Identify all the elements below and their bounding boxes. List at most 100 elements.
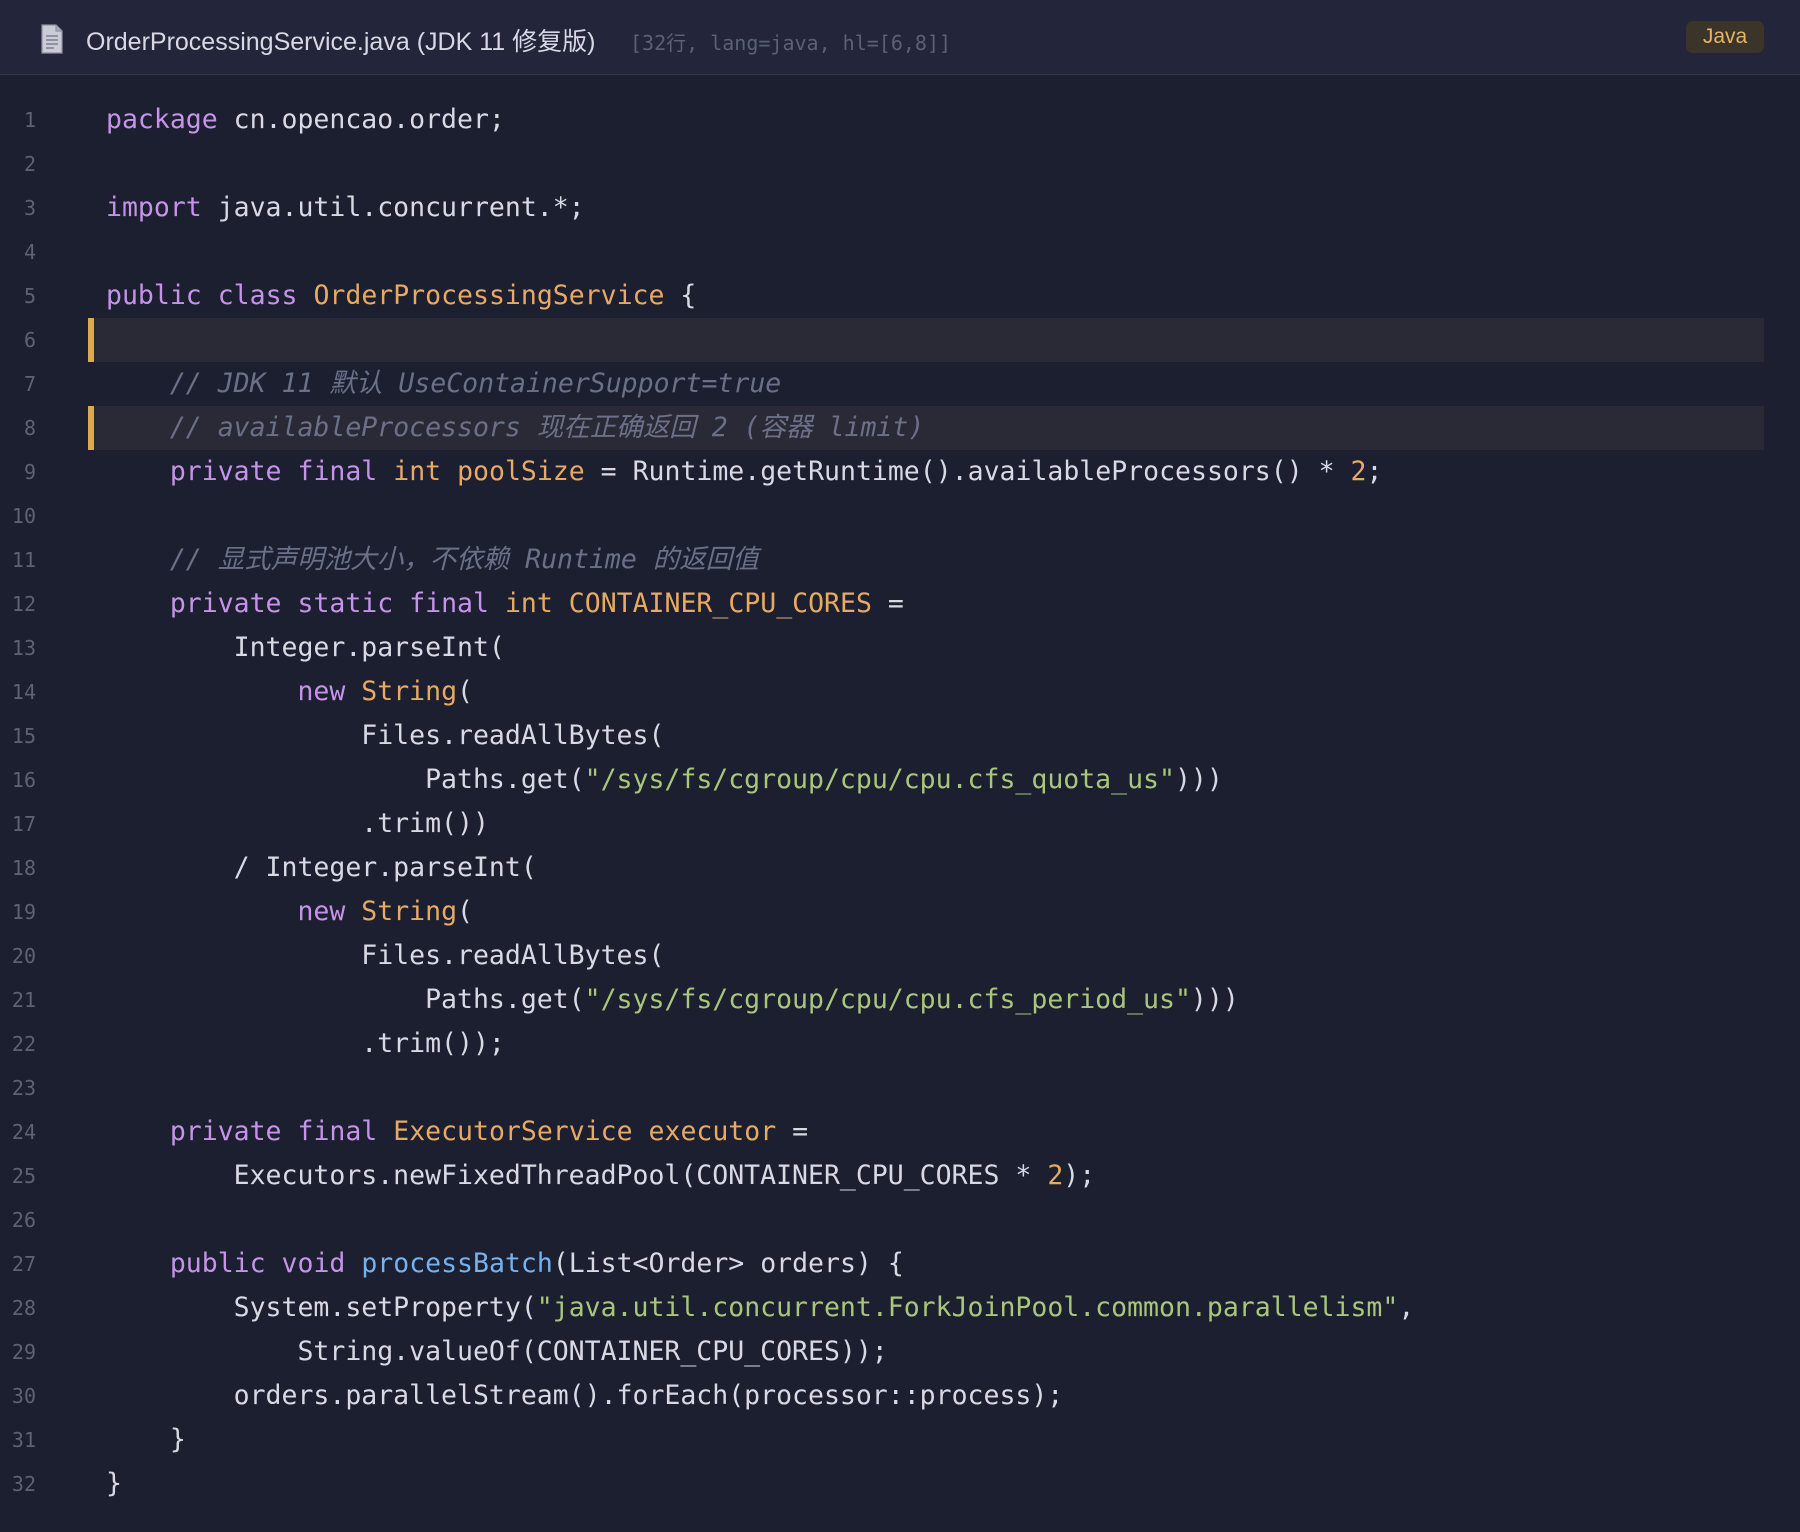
line-content: Integer.parseInt(: [106, 626, 505, 670]
code-token: "/sys/fs/cgroup/cpu/cpu.cfs_quota_us": [584, 764, 1175, 795]
file-meta: [32行, lang=java, hl=[6,8]]: [630, 31, 952, 55]
code-token: Integer.parseInt(: [106, 632, 505, 663]
code-token: new: [297, 896, 346, 927]
code-line: 28 System.setProperty("java.util.concurr…: [0, 1286, 1800, 1330]
code-line: 5 public class OrderProcessingService {: [0, 274, 1800, 318]
line-number: 11: [11, 548, 36, 572]
line-number: 7: [23, 372, 36, 396]
line-number: 1: [23, 108, 36, 132]
line-content: package cn.opencao.order;: [106, 98, 505, 142]
document-icon: [41, 24, 63, 54]
line-number: 25: [11, 1164, 36, 1188]
line-number: 30: [11, 1384, 36, 1408]
code-token: private: [169, 1116, 282, 1147]
code-token: / Integer.parseInt(: [106, 852, 537, 883]
code-token: // availableProcessors 现在正确返回 2 (容器 limi…: [169, 412, 925, 443]
code-line: 23: [0, 1066, 1800, 1110]
code-token: .trim());: [106, 1028, 505, 1059]
code-token: OrderProcessingService: [313, 280, 665, 311]
code-token: ExecutorService: [393, 1116, 633, 1147]
line-content: public void processBatch(List<Order> ord…: [106, 1242, 904, 1286]
line-number: 15: [11, 724, 36, 748]
code-token: // JDK 11 默认 UseContainerSupport=true: [169, 368, 782, 399]
line-number: 4: [23, 240, 36, 264]
code-token: {: [664, 280, 697, 311]
code-token: processBatch: [361, 1248, 553, 1279]
highlighted-code-line: 8 // availableProcessors 现在正确返回 2 (容器 li…: [0, 406, 1800, 450]
line-number: 2: [23, 152, 36, 176]
line-content: String.valueOf(CONTAINER_CPU_CORES));: [106, 1330, 887, 1374]
code-token: 2: [1047, 1160, 1064, 1191]
line-number: 17: [11, 812, 36, 836]
code-token: Paths.get(: [106, 984, 585, 1015]
line-number: 27: [11, 1252, 36, 1276]
line-content: new String(: [106, 890, 473, 934]
code-token: System.setProperty(: [106, 1292, 537, 1323]
line-content: private final int poolSize = Runtime.get…: [106, 450, 1383, 494]
line-number: 13: [11, 636, 36, 660]
line-number: 32: [11, 1472, 36, 1496]
code-line: 11 // 显式声明池大小，不依赖 Runtime 的返回值: [0, 538, 1800, 582]
code-viewer: OrderProcessingService.java (JDK 11 修复版)…: [0, 0, 1800, 1532]
code-line: 19 new String(: [0, 890, 1800, 934]
code-token: =: [871, 588, 904, 619]
code-token: ;: [1366, 456, 1383, 487]
code-line: 14 new String(: [0, 670, 1800, 714]
code-token: orders.parallelStream().forEach(processo…: [106, 1380, 1064, 1411]
code-token: int: [393, 456, 442, 487]
line-number: 3: [23, 196, 36, 220]
line-content: Executors.newFixedThreadPool(CONTAINER_C…: [106, 1154, 1096, 1198]
code-token: // 显式声明池大小，不依赖 Runtime 的返回值: [169, 544, 759, 575]
line-number: 6: [23, 328, 36, 352]
code-token: package: [106, 104, 218, 135]
line-number: 29: [11, 1340, 36, 1364]
code-token: public: [106, 280, 202, 311]
code-body[interactable]: 1 package cn.opencao.order; 2 3 import java.…: [0, 98, 1800, 1506]
code-line: 21 Paths.get("/sys/fs/cgroup/cpu/cpu.cfs…: [0, 978, 1800, 1022]
line-number: 23: [11, 1076, 36, 1100]
code-token: cn.opencao.order;: [217, 104, 505, 135]
code-token: CONTAINER_CPU_CORES: [568, 588, 872, 619]
code-token: .trim()): [106, 808, 489, 839]
code-token: poolSize: [457, 456, 585, 487]
code-line: 3 import java.util.concurrent.*;: [0, 186, 1800, 230]
line-number: 22: [11, 1032, 36, 1056]
code-token: int: [504, 588, 553, 619]
code-token: final: [297, 1116, 378, 1147]
line-content: }: [106, 1418, 186, 1462]
code-token: executor: [648, 1116, 777, 1147]
line-content: Paths.get("/sys/fs/cgroup/cpu/cpu.cfs_qu…: [106, 758, 1223, 802]
code-token: =: [776, 1116, 809, 1147]
code-line: 13 Integer.parseInt(: [0, 626, 1800, 670]
line-content: .trim()): [106, 802, 489, 846]
code-token: Files.readAllBytes(: [106, 940, 665, 971]
line-content: / Integer.parseInt(: [106, 846, 537, 890]
code-token: ))): [1174, 764, 1223, 795]
line-content: Files.readAllBytes(: [106, 934, 664, 978]
line-number: 16: [11, 768, 36, 792]
code-token: private: [169, 456, 282, 487]
code-token: private: [169, 588, 282, 619]
code-token: "java.util.concurrent.ForkJoinPool.commo…: [536, 1292, 1399, 1323]
code-token: String: [361, 676, 458, 707]
code-line: 29 String.valueOf(CONTAINER_CPU_CORES));: [0, 1330, 1800, 1374]
line-number: 19: [11, 900, 36, 924]
line-content: private final ExecutorService executor =: [106, 1110, 808, 1154]
line-content: // JDK 11 默认 UseContainerSupport=true: [106, 362, 781, 406]
code-line: 7 // JDK 11 默认 UseContainerSupport=true: [0, 362, 1800, 406]
code-line: 17 .trim()): [0, 802, 1800, 846]
code-line: 18 / Integer.parseInt(: [0, 846, 1800, 890]
